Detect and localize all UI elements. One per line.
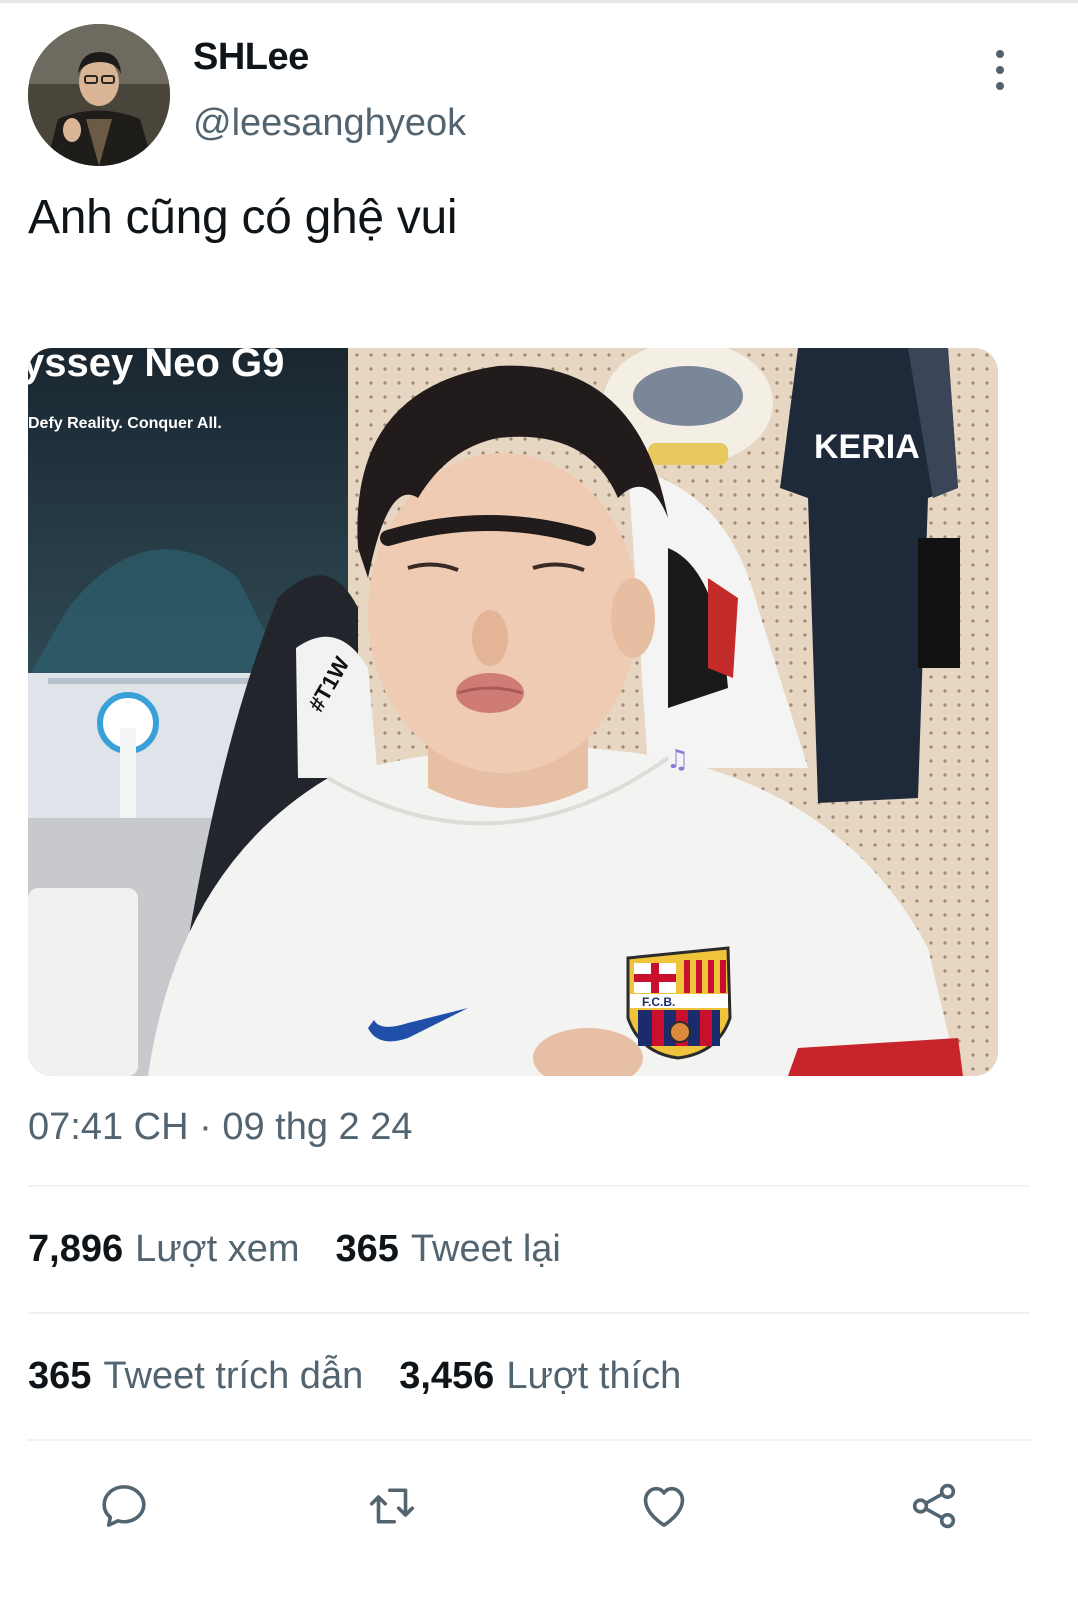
crest-text: F.C.B. bbox=[642, 995, 675, 1009]
reply-button[interactable] bbox=[94, 1478, 154, 1534]
quotes-stat[interactable]: 365 Tweet trích dẫn bbox=[28, 1355, 363, 1398]
views-label: Lượt xem bbox=[135, 1228, 300, 1270]
timestamp-separator: · bbox=[199, 1106, 212, 1148]
jersey-name-text: KERIA bbox=[814, 428, 920, 466]
user-handle[interactable]: @leesanghyeok bbox=[193, 102, 466, 145]
divider bbox=[28, 1185, 1030, 1187]
tweet-time: 07:41 CH bbox=[28, 1106, 189, 1148]
tweet-date: 09 thg 2 24 bbox=[222, 1106, 413, 1148]
tweet-timestamp[interactable]: 07:41 CH · 09 thg 2 24 bbox=[28, 1106, 413, 1149]
stats-row-quotes-likes: 365 Tweet trích dẫn 3,456 Lượt thích bbox=[28, 1355, 681, 1398]
tweet-text: Anh cũng có ghệ vui bbox=[28, 191, 458, 244]
monitor-brand-text: yssey Neo G9 bbox=[28, 348, 284, 385]
views-stat: 7,896 Lượt xem bbox=[28, 1228, 300, 1271]
views-count: 7,896 bbox=[28, 1228, 124, 1270]
reply-icon bbox=[102, 1485, 146, 1527]
tweet-media-photo[interactable]: yssey Neo G9 Defy Reality. Conquer All. … bbox=[28, 348, 998, 1076]
share-icon bbox=[912, 1483, 956, 1529]
retweets-label: Tweet lại bbox=[410, 1228, 561, 1270]
quotes-count: 365 bbox=[28, 1355, 92, 1397]
like-button[interactable] bbox=[634, 1478, 694, 1534]
top-border bbox=[0, 0, 1078, 3]
more-dot bbox=[996, 66, 1004, 74]
likes-count: 3,456 bbox=[399, 1355, 495, 1397]
retweet-icon bbox=[369, 1488, 415, 1524]
music-note-icon: ♫ bbox=[666, 745, 689, 775]
photo-illustration: yssey Neo G9 Defy Reality. Conquer All. … bbox=[28, 348, 998, 1076]
display-name[interactable]: SHLee bbox=[193, 36, 309, 79]
retweets-count: 365 bbox=[335, 1228, 399, 1270]
tweet-actions-bar bbox=[0, 1470, 1078, 1540]
monitor-tagline-text: Defy Reality. Conquer All. bbox=[28, 415, 222, 432]
more-vertical-icon[interactable] bbox=[980, 46, 1020, 94]
likes-stat[interactable]: 3,456 Lượt thích bbox=[399, 1355, 681, 1398]
retweet-button[interactable] bbox=[362, 1478, 422, 1534]
avatar[interactable] bbox=[28, 24, 170, 166]
stats-row-views-retweets: 7,896 Lượt xem 365 Tweet lại bbox=[28, 1228, 561, 1271]
more-dot bbox=[996, 50, 1004, 58]
quotes-label: Tweet trích dẫn bbox=[103, 1355, 364, 1397]
fcb-crest-icon: F.C.B. bbox=[626, 946, 732, 1060]
share-button[interactable] bbox=[904, 1478, 964, 1534]
likes-label: Lượt thích bbox=[506, 1355, 682, 1397]
divider bbox=[28, 1312, 1030, 1314]
divider bbox=[28, 1439, 1030, 1441]
retweets-stat[interactable]: 365 Tweet lại bbox=[336, 1228, 561, 1271]
avatar-photo bbox=[28, 24, 170, 166]
more-dot bbox=[996, 82, 1004, 90]
heart-icon bbox=[643, 1486, 685, 1527]
